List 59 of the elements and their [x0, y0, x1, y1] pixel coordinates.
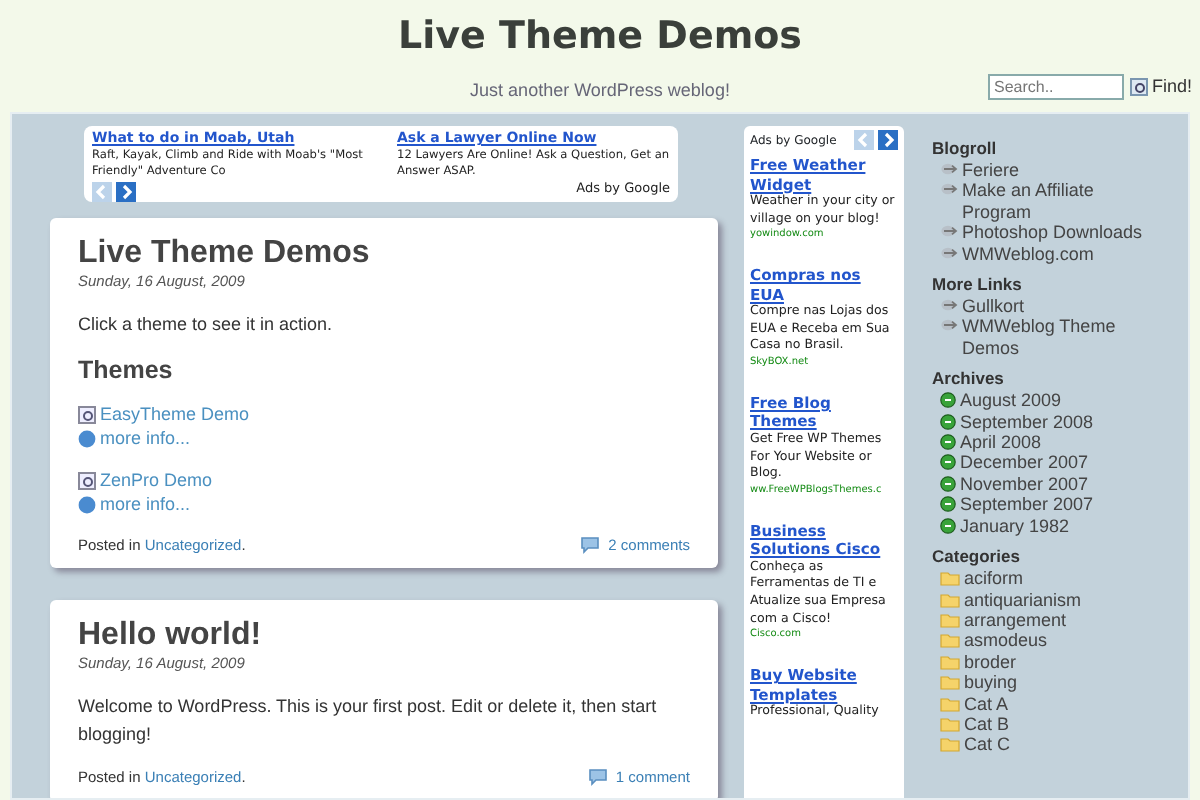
round-bullet-icon — [940, 475, 956, 492]
page-magnifier-icon — [78, 471, 96, 489]
sidebar-heading: Blogroll — [932, 138, 999, 160]
round-bullet-icon — [940, 413, 956, 430]
more-info-link[interactable]: more info... — [78, 426, 690, 450]
search-field[interactable]: Search.. — [987, 74, 1124, 101]
arrow-bullet-icon — [940, 318, 958, 333]
page-magnifier-icon — [78, 405, 96, 423]
round-bullet-icon — [940, 454, 956, 471]
speech-bubble-icon — [580, 536, 601, 555]
sidebar-link[interactable]: Gullkort — [932, 296, 1166, 317]
sidebar-link[interactable]: antiquarianism — [932, 589, 1166, 610]
sidebar-link[interactable]: Feriere — [932, 160, 1166, 181]
sidebar-link[interactable]: WMWeblog Theme Demos — [932, 316, 1166, 359]
post-title[interactable]: Live Theme Demos — [78, 234, 690, 272]
post-text: Click a theme to see it in action. — [78, 312, 335, 338]
arrow-bullet-icon — [940, 224, 958, 239]
sidebar-link[interactable]: January 1982 — [932, 515, 1166, 537]
site-title[interactable]: Live Theme Demos — [398, 0, 802, 62]
arrow-bullet-icon — [940, 298, 958, 313]
round-bullet-icon — [940, 434, 956, 451]
section-heading: Themes — [78, 356, 175, 386]
sidebar-link[interactable]: Make an Affiliate Program — [932, 180, 1166, 223]
round-bullet-icon — [940, 517, 956, 534]
next-arrow-icon[interactable] — [116, 182, 136, 202]
arrow-bullet-icon — [940, 162, 958, 176]
post-title[interactable]: Hello world! — [78, 616, 690, 655]
sidebar-heading: Archives — [932, 368, 1006, 391]
sidebar-heading: Categories — [932, 546, 1022, 569]
arrow-bullet-icon — [940, 245, 958, 260]
theme-demo-link[interactable]: EasyTheme Demo — [78, 402, 690, 426]
speech-bubble-icon — [587, 768, 608, 787]
sidebar-link[interactable]: broder — [932, 651, 1166, 673]
find-button[interactable]: Find! — [1129, 74, 1192, 101]
sidebar-link[interactable]: December 2007 — [932, 452, 1166, 474]
sidebar-link[interactable]: Photoshop Downloads — [932, 222, 1166, 244]
sidebar-link[interactable]: arrangement — [932, 609, 1166, 631]
sidebar-link[interactable]: Cat B — [932, 713, 1166, 735]
sidebar-link[interactable]: Cat C — [932, 734, 1166, 756]
theme-demo-link[interactable]: ZenPro Demo — [78, 468, 690, 492]
site-tagline: Just another WordPress weblog! — [470, 78, 730, 102]
sidebar-link[interactable]: buying — [932, 672, 1166, 694]
sidebar-link[interactable]: September 2008 — [932, 411, 1166, 433]
sidebar-link[interactable]: asmodeus — [932, 630, 1166, 652]
arrow-bullet-icon — [940, 182, 958, 197]
next-arrow-icon[interactable] — [878, 130, 898, 150]
post-text: Welcome to WordPress. This is your first post. Edit or delete it, then start blogging! — [78, 694, 659, 749]
sidebar-heading: More Links — [932, 274, 1024, 297]
search-icon — [1129, 78, 1148, 97]
round-bullet-icon — [940, 496, 956, 513]
sidebar-link[interactable]: aciform — [932, 568, 1166, 589]
sidebar-link[interactable]: WMWeblog.com — [932, 243, 1166, 265]
sidebar-link[interactable]: April 2008 — [932, 432, 1166, 453]
sidebar-link[interactable]: August 2009 — [932, 390, 1166, 412]
more-info-link[interactable]: more info... — [78, 492, 690, 516]
round-bullet-icon — [940, 392, 956, 409]
sidebar-link[interactable]: November 2007 — [932, 473, 1166, 495]
sidebar-link[interactable]: Cat A — [932, 693, 1166, 714]
sidebar-link[interactable]: September 2007 — [932, 494, 1166, 516]
